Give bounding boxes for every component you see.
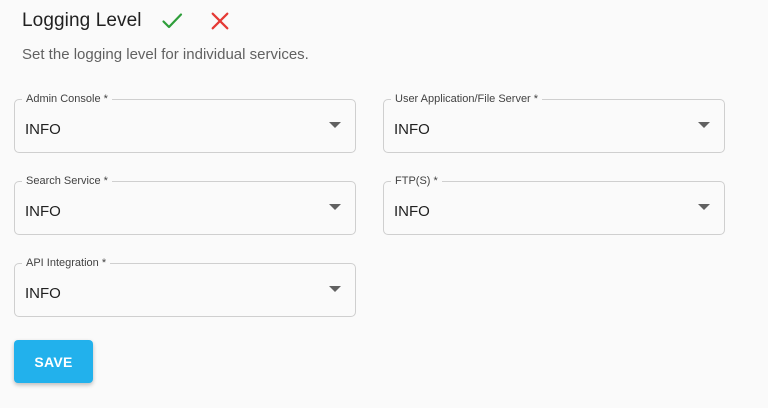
admin-console-select[interactable]: Admin Console * INFO: [14, 92, 356, 153]
field-label: Admin Console *: [22, 92, 112, 106]
confirm-button[interactable]: [158, 7, 186, 35]
dropdown-arrow-icon: [329, 204, 341, 210]
field-value: INFO: [25, 285, 61, 302]
page-subtitle: Set the logging level for individual ser…: [22, 46, 309, 63]
field-label: API Integration *: [22, 256, 111, 270]
cancel-button[interactable]: [206, 7, 234, 35]
check-icon: [162, 13, 182, 29]
field-label: User Application/File Server *: [391, 92, 543, 106]
field-label: FTP(S) *: [391, 174, 442, 188]
api-integration-select[interactable]: API Integration * INFO: [14, 256, 356, 317]
field-value: INFO: [25, 203, 61, 220]
header: Logging Level: [22, 6, 234, 36]
field-value: INFO: [394, 203, 430, 220]
dropdown-arrow-icon: [698, 122, 710, 128]
close-icon: [211, 12, 229, 30]
search-service-select[interactable]: Search Service * INFO: [14, 174, 356, 235]
dropdown-arrow-icon: [329, 286, 341, 292]
user-application-file-server-select[interactable]: User Application/File Server * INFO: [383, 92, 725, 153]
dropdown-arrow-icon: [698, 204, 710, 210]
page-title: Logging Level: [22, 10, 142, 31]
dropdown-arrow-icon: [329, 122, 341, 128]
field-label: Search Service *: [22, 174, 112, 188]
save-button[interactable]: SAVE: [14, 340, 93, 383]
ftps-select[interactable]: FTP(S) * INFO: [383, 174, 725, 235]
field-value: INFO: [25, 121, 61, 138]
field-value: INFO: [394, 121, 430, 138]
